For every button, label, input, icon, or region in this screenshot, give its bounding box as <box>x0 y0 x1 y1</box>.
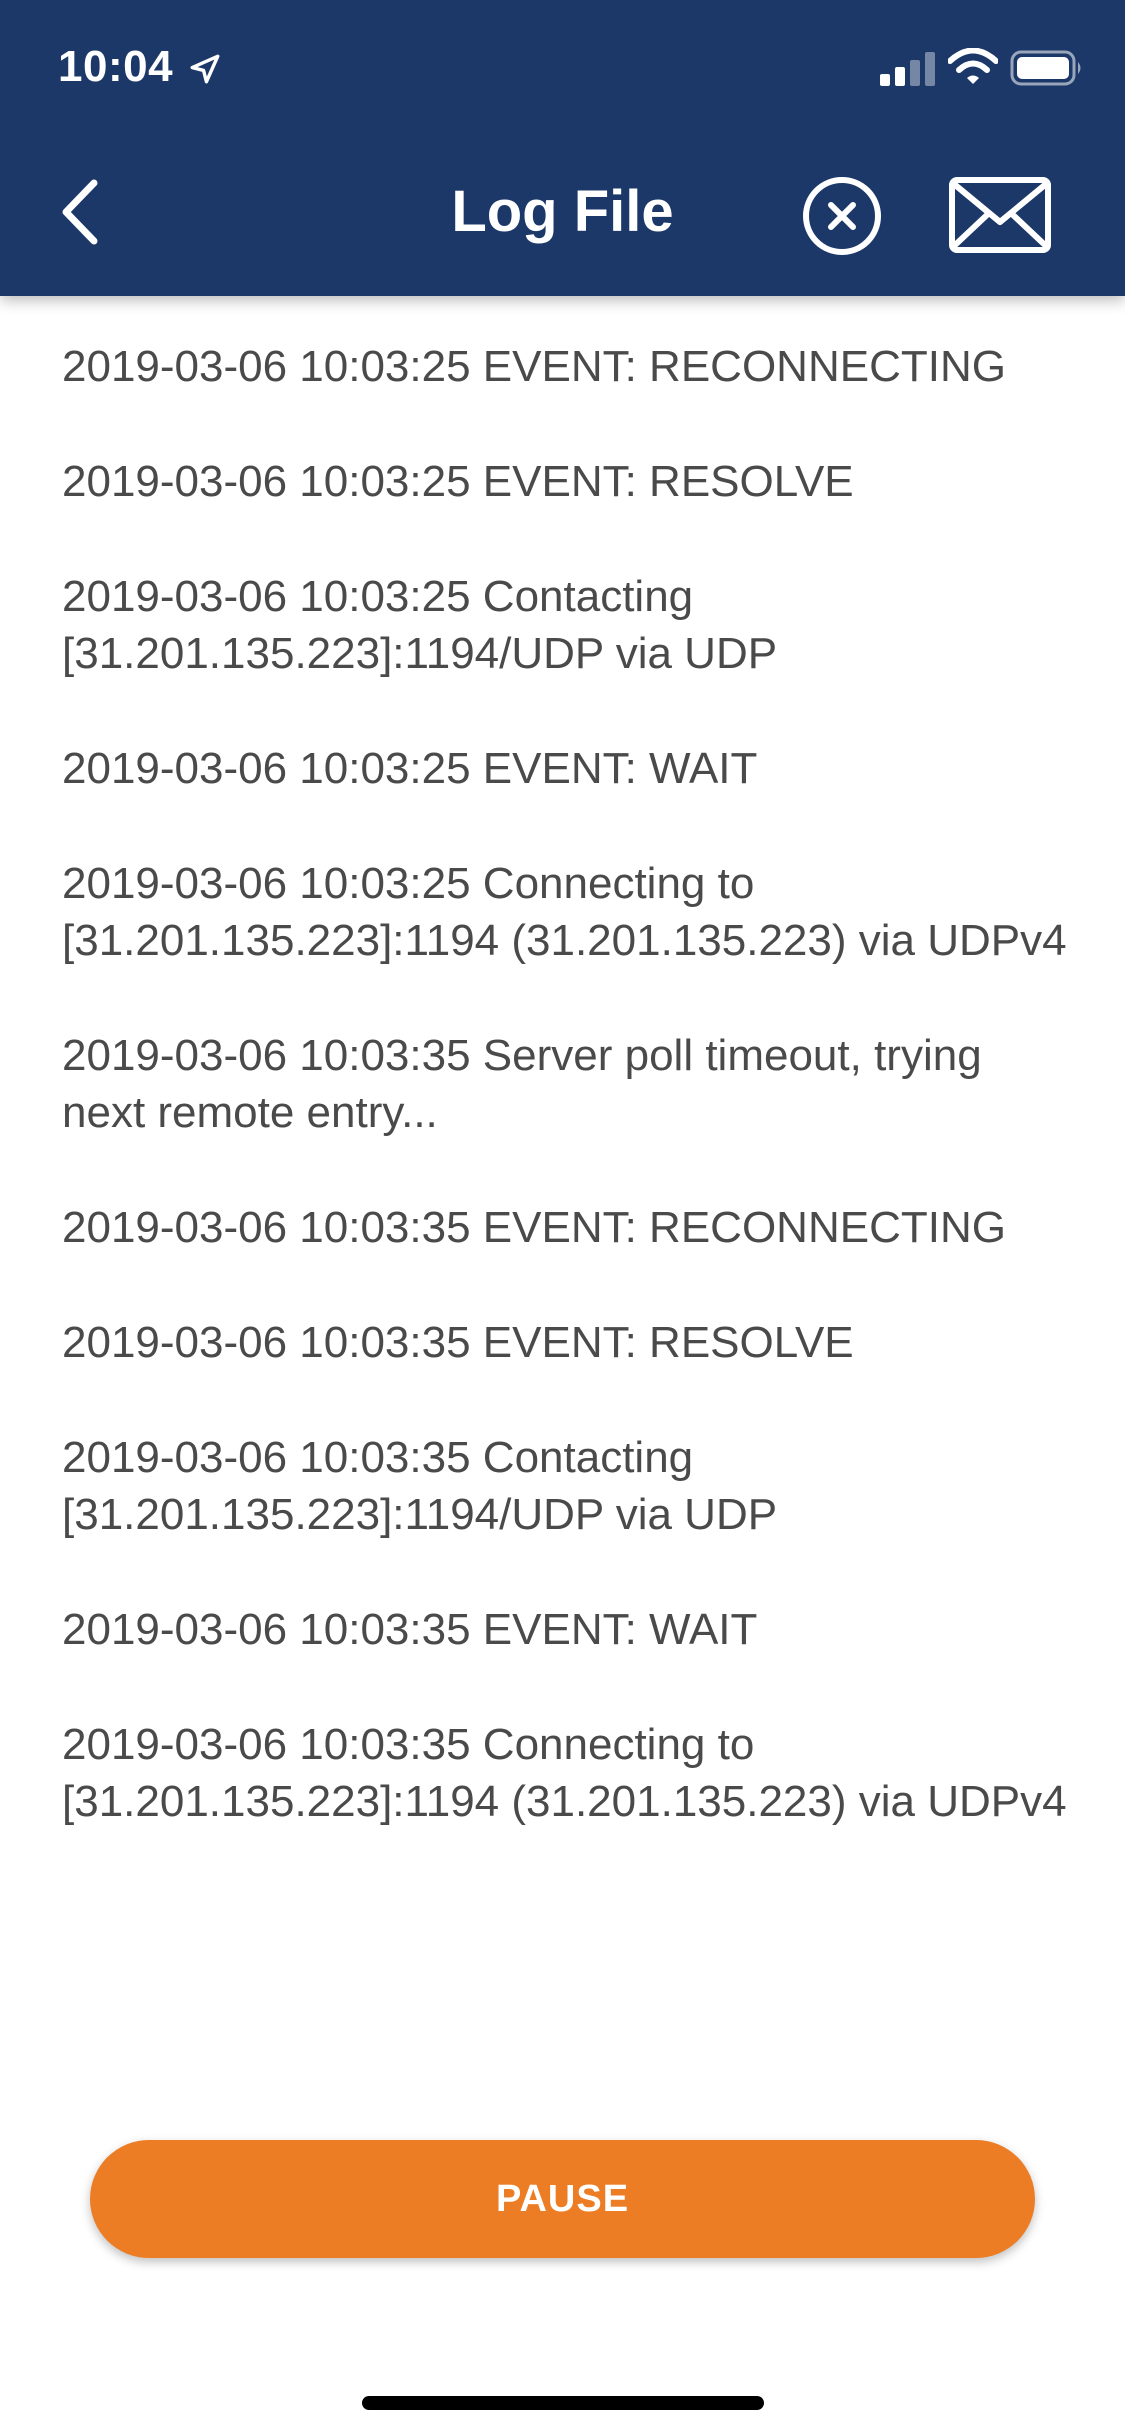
close-circle-icon <box>803 177 881 255</box>
back-button[interactable] <box>50 172 110 252</box>
location-arrow-icon <box>190 54 220 84</box>
home-indicator[interactable] <box>362 2396 764 2410</box>
log-entry: 2019-03-06 10:03:35 Server poll timeout,… <box>62 1031 982 1137</box>
pause-button[interactable]: PAUSE <box>90 2140 1035 2258</box>
envelope-icon <box>949 177 1051 253</box>
battery-icon <box>1010 50 1081 86</box>
log-entry: 2019-03-06 10:03:35 Connecting to [31.20… <box>62 1720 1067 1826</box>
app-header: 10:04 Log File <box>0 0 1125 296</box>
log-entry: 2019-03-06 10:03:25 EVENT: WAIT <box>62 744 758 793</box>
log-entry: 2019-03-06 10:03:35 EVENT: WAIT <box>62 1605 758 1654</box>
clear-log-button[interactable] <box>800 174 884 258</box>
log-entry: 2019-03-06 10:03:25 EVENT: RESOLVE <box>62 457 854 506</box>
log-entry: 2019-03-06 10:03:35 Contacting [31.201.1… <box>62 1433 778 1539</box>
signal-icon <box>880 52 935 86</box>
log-content: 2019-03-06 10:03:25 EVENT: RECONNECTING … <box>62 338 1072 1888</box>
log-entry: 2019-03-06 10:03:25 Contacting [31.201.1… <box>62 572 778 678</box>
log-entry: 2019-03-06 10:03:25 Connecting to [31.20… <box>62 859 1067 965</box>
log-entry: 2019-03-06 10:03:35 EVENT: RECONNECTING <box>62 1203 1006 1252</box>
log-entry: 2019-03-06 10:03:35 EVENT: RESOLVE <box>62 1318 854 1367</box>
email-log-button[interactable] <box>948 176 1052 254</box>
status-time: 10:04 <box>58 42 174 91</box>
log-entry: 2019-03-06 10:03:25 EVENT: RECONNECTING <box>62 342 1006 391</box>
chevron-left-icon <box>62 179 98 245</box>
wifi-icon <box>948 48 998 84</box>
